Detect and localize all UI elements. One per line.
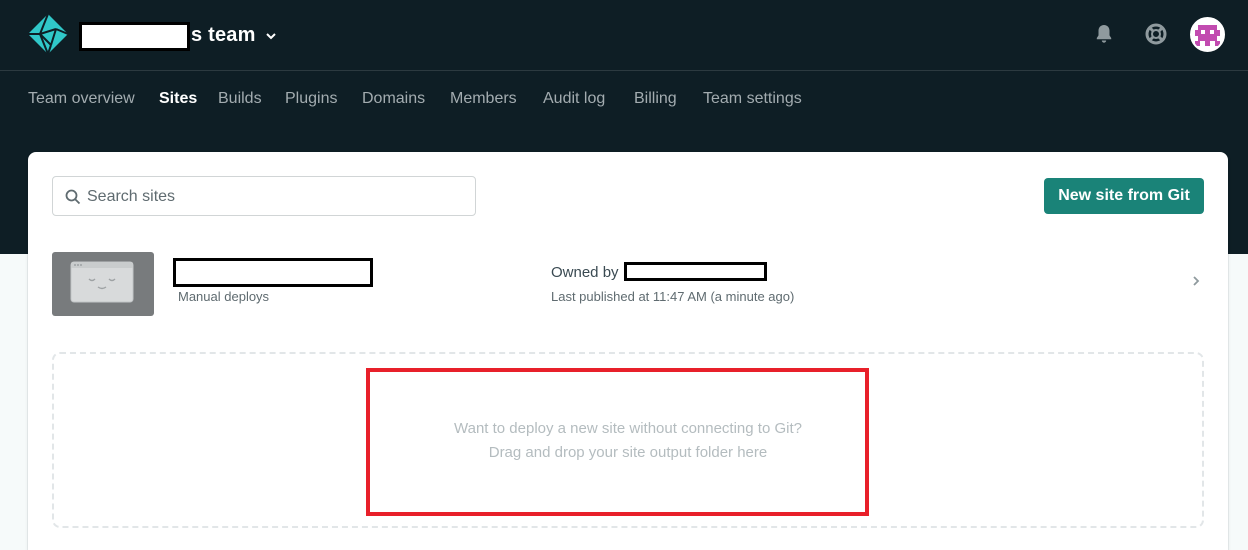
site-thumbnail bbox=[52, 252, 154, 316]
new-site-from-git-button[interactable]: New site from Git bbox=[1044, 178, 1204, 214]
redacted-team-name bbox=[79, 22, 190, 51]
chevron-down-icon[interactable] bbox=[265, 31, 277, 41]
tab-builds[interactable]: Builds bbox=[218, 90, 262, 108]
header: s team bbox=[0, 0, 1248, 71]
dropzone-line-1: Want to deploy a new site without connec… bbox=[454, 420, 802, 437]
deploy-method: Manual deploys bbox=[178, 289, 270, 304]
netlify-logo-icon[interactable] bbox=[27, 13, 69, 55]
browser-placeholder-icon bbox=[70, 261, 134, 303]
avatar[interactable] bbox=[1190, 17, 1225, 52]
tab-billing[interactable]: Billing bbox=[634, 90, 677, 108]
site-row[interactable]: Manual deploys Owned by Last published a… bbox=[28, 248, 1228, 320]
search-icon bbox=[65, 189, 81, 205]
tab-sites[interactable]: Sites bbox=[159, 90, 197, 108]
tab-audit-log[interactable]: Audit log bbox=[543, 90, 605, 108]
dropzone[interactable]: Want to deploy a new site without connec… bbox=[52, 352, 1204, 528]
team-name[interactable]: s team bbox=[191, 24, 256, 47]
tab-domains[interactable]: Domains bbox=[362, 90, 425, 108]
owned-by-label: Owned by bbox=[551, 264, 619, 281]
search-box[interactable] bbox=[52, 176, 476, 216]
bell-icon[interactable] bbox=[1092, 22, 1116, 46]
dropzone-line-2: Drag and drop your site output folder he… bbox=[488, 444, 768, 461]
redacted-site-name bbox=[173, 258, 373, 287]
search-input[interactable] bbox=[87, 185, 467, 209]
tab-team-settings[interactable]: Team settings bbox=[703, 90, 802, 108]
tab-members[interactable]: Members bbox=[450, 90, 517, 108]
tab-team-overview[interactable]: Team overview bbox=[28, 90, 135, 108]
lifebuoy-icon[interactable] bbox=[1144, 22, 1168, 46]
last-published: Last published at 11:47 AM (a minute ago… bbox=[551, 289, 795, 304]
redacted-owner bbox=[624, 262, 767, 281]
sites-card: New site from Git Manual deploys Owned b… bbox=[28, 152, 1228, 550]
tab-plugins[interactable]: Plugins bbox=[285, 90, 337, 108]
chevron-right-icon[interactable] bbox=[1191, 275, 1201, 287]
pixel-avatar-icon bbox=[1192, 19, 1223, 50]
